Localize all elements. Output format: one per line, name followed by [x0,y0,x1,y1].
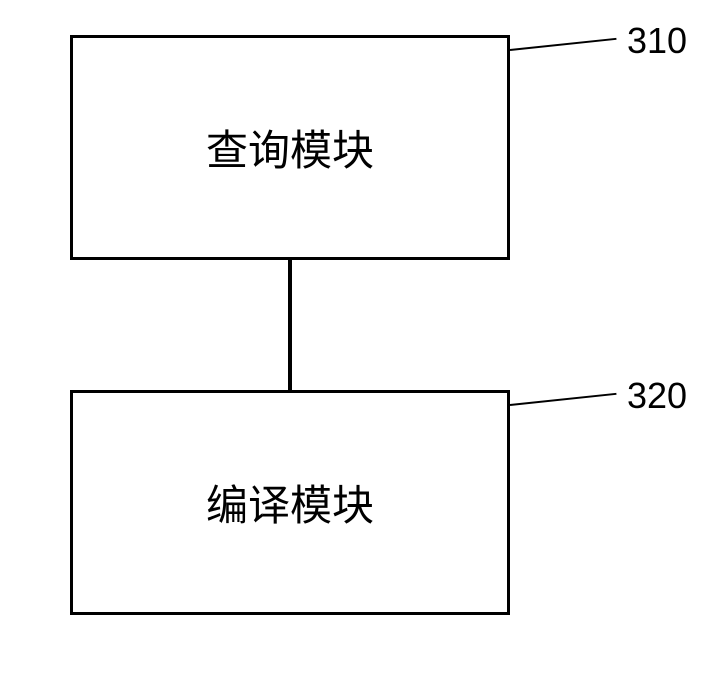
query-module-box: 查询模块 [70,35,510,260]
leader-line-top [510,38,617,51]
leader-line-bottom [510,393,617,406]
compile-module-label: 编译模块 [206,472,374,533]
ref-label-310: 310 [627,20,687,62]
query-module-label: 查询模块 [206,117,374,178]
connector-vertical [288,260,292,390]
block-diagram: 查询模块 310 编译模块 320 [0,0,715,675]
compile-module-box: 编译模块 [70,390,510,615]
ref-label-320: 320 [627,375,687,417]
